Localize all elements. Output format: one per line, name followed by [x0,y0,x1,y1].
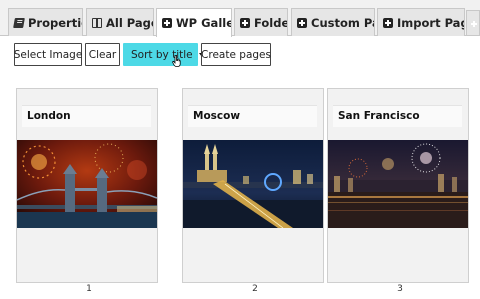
clear-button[interactable]: Clear [85,43,120,66]
gallery-card-london[interactable]: London [16,88,158,283]
gallery-card-san-francisco[interactable]: San Francisco [327,88,469,283]
tab-wp-gallery[interactable]: WP Gallery [156,8,232,37]
plus-square-icon [297,17,307,28]
card-number: 2 [252,284,258,294]
tab-import-pages[interactable]: Import Pages [377,8,465,36]
tab-scroll-next[interactable] [466,10,480,36]
card-title: London [27,110,71,122]
tab-folder[interactable]: Folder [234,8,288,36]
create-pages-button[interactable]: Create pages [201,43,271,66]
book-icon [13,17,25,28]
moscow-photo [183,140,323,228]
tab-custom-page-label: Custom Page [311,15,374,30]
tab-all-pages[interactable]: All Pages [86,8,154,36]
sort-by-title-label: Sort by title [131,48,193,61]
tab-properties[interactable]: Properties [8,8,83,36]
sort-by-title-dropdown[interactable]: Sort by title [123,43,205,66]
select-image-button[interactable]: Select Image [14,43,82,66]
hand-cursor-icon [172,55,181,67]
tab-bar: Properties All Pages WP Gallery Folder C… [0,0,480,37]
london-photo [17,140,157,228]
tab-properties-label: Properties [28,15,82,30]
tab-folder-label: Folder [254,15,287,30]
plus-square-icon [162,18,172,28]
plus-square-icon [383,17,393,28]
tab-import-pages-label: Import Pages [397,15,464,30]
gallery-card-moscow[interactable]: Moscow [182,88,324,283]
tab-wp-gallery-label: WP Gallery [176,16,231,30]
card-title: Moscow [193,110,241,122]
tab-custom-page[interactable]: Custom Page [291,8,375,36]
plus-square-icon [240,17,250,28]
card-number: 3 [397,284,403,294]
card-number: 1 [86,284,92,294]
tab-all-pages-label: All Pages [106,15,153,30]
card-title: San Francisco [338,110,420,122]
san-francisco-photo [328,140,468,228]
columns-icon [92,17,102,28]
